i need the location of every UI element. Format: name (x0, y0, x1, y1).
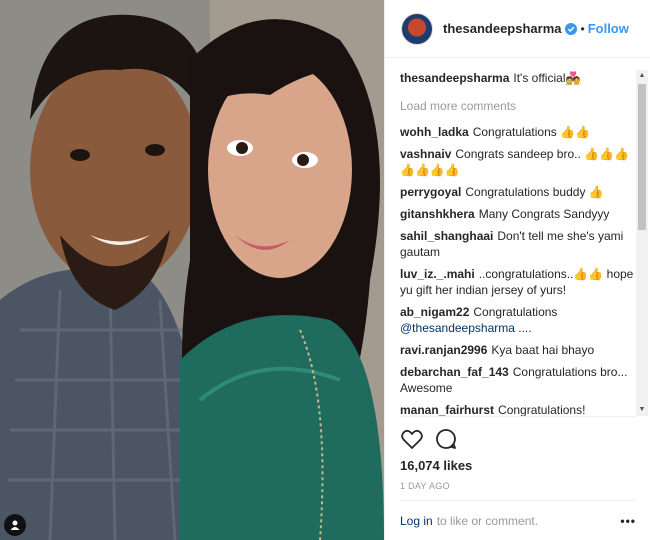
separator-dot: • (580, 21, 585, 36)
comment-username[interactable]: debarchan_faf_143 (400, 365, 509, 379)
comment-item: ravi.ranjan2996 Kya baat hai bhayo (400, 342, 636, 358)
comment-username[interactable]: sahil_shanghaai (400, 229, 493, 243)
follow-button[interactable]: Follow (588, 21, 629, 36)
comment-username[interactable]: ab_nigam22 (400, 305, 469, 319)
comment-text: Kya baat hai bhayo (491, 343, 595, 357)
post-photo (0, 0, 384, 540)
comment-text: Congratulations! (498, 403, 586, 416)
comment-text: Congratulations 👍👍 (472, 125, 590, 139)
comment-text: Congratulations buddy 👍 (465, 185, 604, 199)
caption-username[interactable]: thesandeepsharma (400, 71, 509, 85)
comment-username[interactable]: gitanshkhera (400, 207, 475, 221)
login-prompt-text: to like or comment. (436, 513, 539, 528)
comment-item: debarchan_faf_143 Congratulations bro... … (400, 364, 636, 396)
comment-item: sahil_shanghaai Don't tell me she's yami … (400, 228, 636, 260)
comment-item: ab_nigam22 Congratulations @thesandeepsha… (400, 304, 636, 336)
comment-username[interactable]: luv_iz._.mahi (400, 267, 475, 281)
comment-item: wohh_ladka Congratulations 👍👍 (400, 124, 636, 140)
couple-selfie-image (0, 0, 384, 540)
comment-item: luv_iz._.mahi ..congratulations..👍👍 hope … (400, 266, 636, 298)
comment-text: Congratulations (473, 305, 558, 319)
comments-scrollbar[interactable]: ▲ ▼ (636, 70, 648, 416)
post-header: thesandeepsharma • Follow (385, 0, 650, 58)
comment-username[interactable]: wohh_ladka (400, 125, 469, 139)
comment-mention-link[interactable]: @thesandeepsharma .... (400, 321, 532, 335)
load-more-comments-link[interactable]: Load more comments (400, 98, 636, 114)
comment-item: gitanshkhera Many Congrats Sandyyy (400, 206, 636, 222)
comment-username[interactable]: manan_fairhurst (400, 403, 494, 416)
comments-list[interactable]: thesandeepsharma It's official💑 Load more… (400, 70, 636, 416)
comment-text: Many Congrats Sandyyy (478, 207, 610, 221)
comment-username[interactable]: ravi.ranjan2996 (400, 343, 487, 357)
caption: thesandeepsharma It's official💑 (400, 70, 636, 86)
comment-bubble-icon[interactable] (434, 427, 458, 451)
more-options-button[interactable]: ••• (620, 514, 636, 528)
heart-icon[interactable] (400, 427, 424, 451)
comment-username[interactable]: perrygoyal (400, 185, 461, 199)
login-footer: Log in to like or comment. ••• (400, 500, 636, 540)
post-side-panel: thesandeepsharma • Follow thesandeepshar… (384, 0, 650, 540)
caption-text: It's official💑 (513, 71, 581, 85)
verified-badge-icon (564, 22, 577, 35)
scrollbar-thumb[interactable] (638, 84, 646, 230)
comment-item: manan_fairhurst Congratulations! (400, 402, 636, 416)
comment-item: vashnaiv Congrats sandeep bro.. 👍👍👍👍👍👍👍 (400, 146, 636, 178)
header-username[interactable]: thesandeepsharma (443, 21, 562, 36)
scroll-up-arrow-icon[interactable]: ▲ (636, 70, 648, 82)
comment-username[interactable]: vashnaiv (400, 147, 451, 161)
avatar[interactable] (401, 12, 433, 45)
comment-item: perrygoyal Congratulations buddy 👍 (400, 184, 636, 200)
login-link[interactable]: Log in (400, 514, 433, 528)
like-count[interactable]: 16,074 likes (400, 458, 472, 473)
post-timestamp[interactable]: 1 DAY AGO (400, 481, 450, 491)
post-actions (400, 416, 636, 451)
user-tag-icon[interactable] (4, 514, 26, 536)
scroll-down-arrow-icon[interactable]: ▼ (636, 404, 648, 416)
